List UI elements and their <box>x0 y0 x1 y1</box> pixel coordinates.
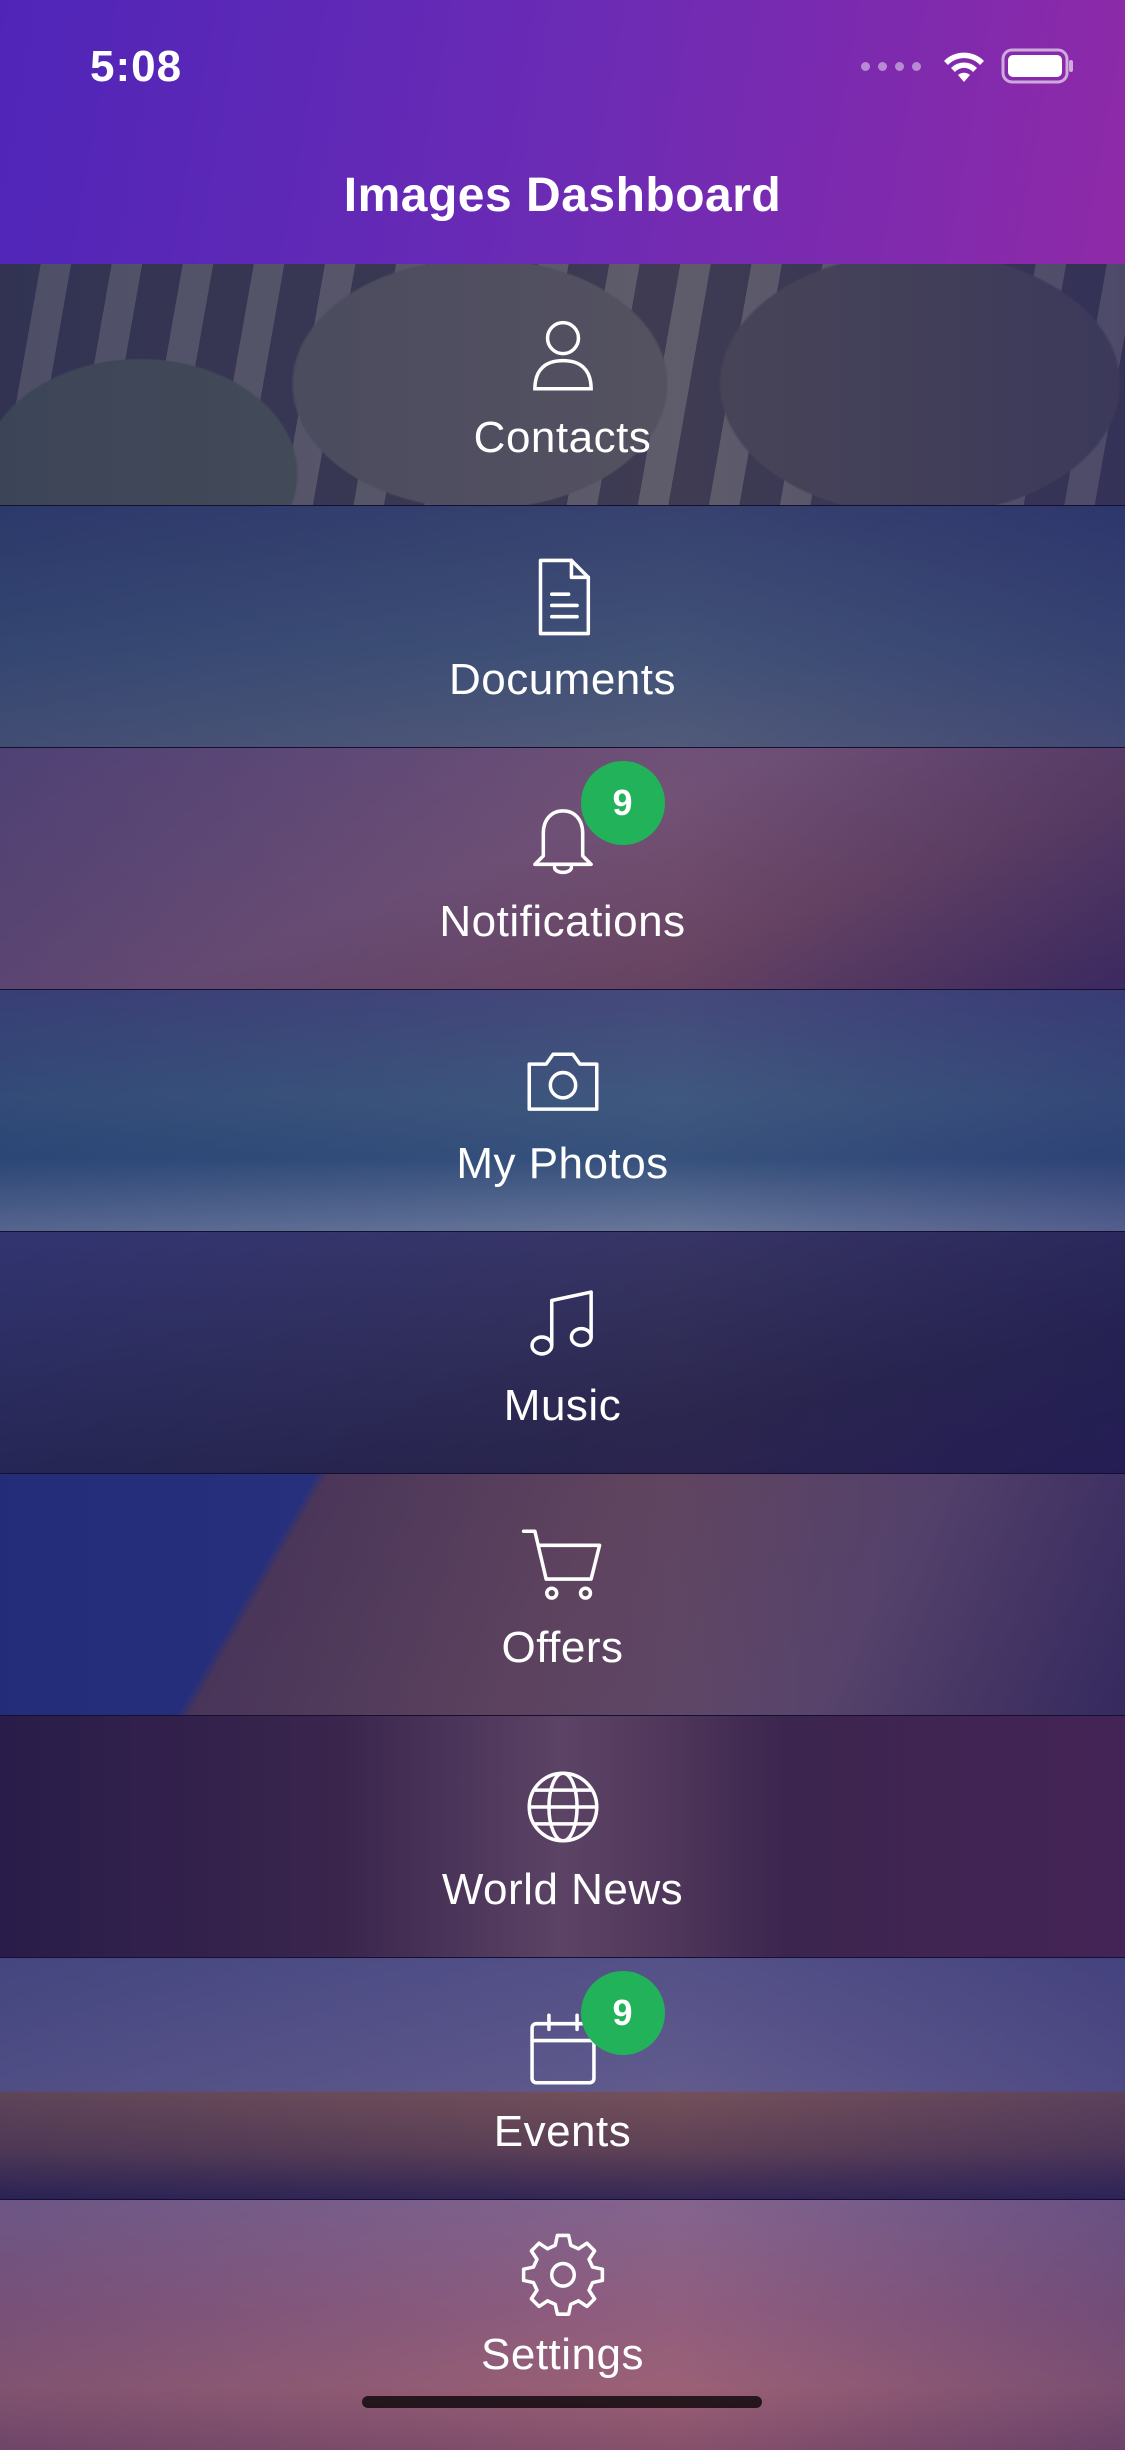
person-icon <box>532 320 593 391</box>
menu-item-label: World News <box>441 1864 684 1914</box>
menu-item-label: Documents <box>448 654 677 704</box>
menu-item-settings[interactable]: Settings <box>0 2200 1125 2450</box>
menu-item-music[interactable]: Music <box>0 1232 1125 1474</box>
globe-icon <box>526 1770 599 1843</box>
menu-item-label: Contacts <box>473 412 652 462</box>
wifi-icon <box>944 52 984 82</box>
battery-icon <box>1001 48 1073 84</box>
dashboard-menu: Contacts Documents 9 Notifications My Ph… <box>0 264 1125 2450</box>
menu-item-label: Music <box>503 1380 622 1430</box>
camera-icon <box>526 1052 599 1111</box>
music-note-icon <box>529 1289 593 1356</box>
status-time: 5:08 <box>90 42 183 91</box>
menu-item-events[interactable]: 9 Events <box>0 1958 1125 2200</box>
app-header: 5:08 Images Dashboard <box>0 0 1125 264</box>
menu-item-world-news[interactable]: World News <box>0 1716 1125 1958</box>
events-badge: 9 <box>580 1970 665 2055</box>
gear-icon <box>521 2233 604 2316</box>
cellular-signal-icon <box>861 61 921 71</box>
menu-item-documents[interactable]: Documents <box>0 506 1125 748</box>
cart-icon <box>521 1528 601 1600</box>
document-icon <box>538 558 590 635</box>
menu-item-notifications[interactable]: 9 Notifications <box>0 748 1125 990</box>
menu-item-label: My Photos <box>456 1138 669 1188</box>
menu-item-my-photos[interactable]: My Photos <box>0 990 1125 1232</box>
menu-item-label: Offers <box>501 1622 624 1672</box>
home-indicator[interactable] <box>362 2396 762 2408</box>
notification-badge: 9 <box>580 760 665 845</box>
menu-item-label: Events <box>493 2106 632 2156</box>
menu-item-label: Settings <box>481 2330 644 2379</box>
menu-item-label: Notifications <box>439 896 686 946</box>
status-icons <box>861 48 1075 84</box>
page-title: Images Dashboard <box>343 169 782 222</box>
menu-item-contacts[interactable]: Contacts <box>0 264 1125 506</box>
menu-item-offers[interactable]: Offers <box>0 1474 1125 1716</box>
